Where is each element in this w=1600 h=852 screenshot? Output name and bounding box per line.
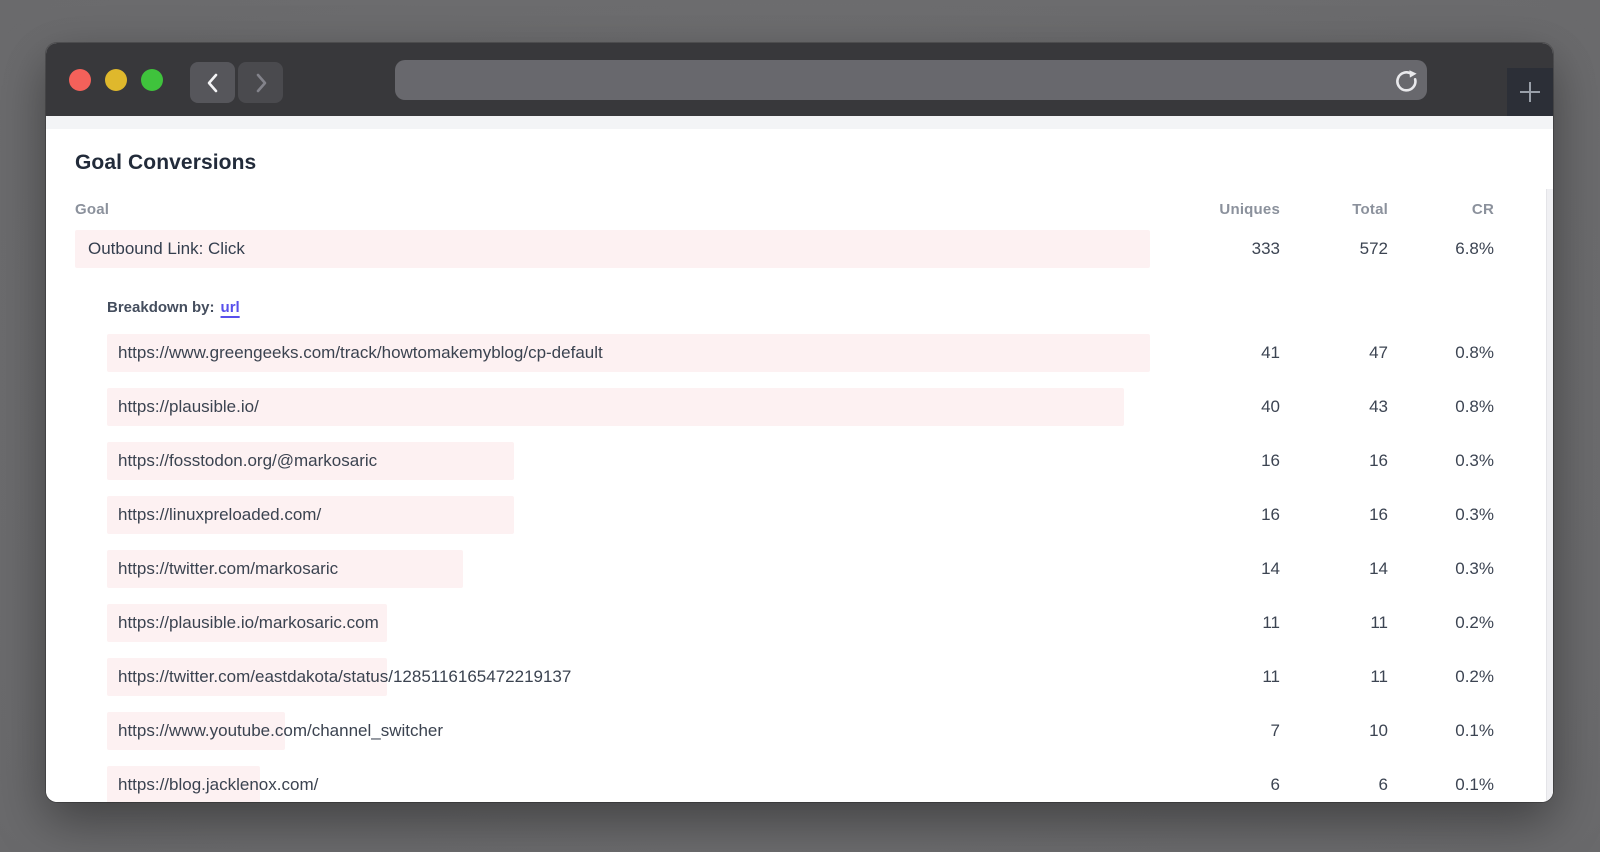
breakdown-row: https://fosstodon.org/@markosaric 16 16 … xyxy=(46,442,1553,480)
total-value: 14 xyxy=(1280,559,1388,579)
goal-column-header: Goal xyxy=(75,201,1170,218)
breakdown-bar[interactable]: https://plausible.io/markosaric.com xyxy=(107,604,387,642)
total-value: 47 xyxy=(1280,343,1388,363)
total-value: 16 xyxy=(1280,451,1388,471)
breakdown-row: https://twitter.com/markosaric 14 14 0.3… xyxy=(46,550,1553,588)
goal-conversions-panel: Goal Conversions Goal Uniques Total CR O… xyxy=(46,116,1553,802)
uniques-column-header: Uniques xyxy=(1170,201,1280,218)
close-window-button[interactable] xyxy=(69,69,91,91)
uniques-value: 41 xyxy=(1170,343,1280,363)
breakdown-bar[interactable]: https://linuxpreloaded.com/ xyxy=(107,496,514,534)
minimize-window-button[interactable] xyxy=(105,69,127,91)
total-value: 16 xyxy=(1280,505,1388,525)
breakdown-row: https://linuxpreloaded.com/ 16 16 0.3% xyxy=(46,496,1553,534)
new-tab-button[interactable] xyxy=(1507,68,1553,116)
goal-cr-value: 6.8% xyxy=(1388,239,1494,259)
zoom-window-button[interactable] xyxy=(141,69,163,91)
browser-window: Goal Conversions Goal Uniques Total CR O… xyxy=(46,43,1553,802)
total-value: 6 xyxy=(1280,775,1388,795)
breakdown-url-label: https://fosstodon.org/@markosaric xyxy=(118,451,377,471)
breakdown-url-label: https://www.youtube.com/channel_switcher xyxy=(118,721,443,741)
breakdown-row: https://twitter.com/eastdakota/status/12… xyxy=(46,658,1553,696)
uniques-value: 6 xyxy=(1170,775,1280,795)
breakdown-by-label: Breakdown by: xyxy=(107,299,215,316)
cr-value: 0.2% xyxy=(1388,613,1494,633)
breakdown-rows: https://www.greengeeks.com/track/howtoma… xyxy=(46,334,1553,802)
refresh-icon xyxy=(1393,67,1420,94)
page-top-band xyxy=(46,116,1553,129)
page-title: Goal Conversions xyxy=(75,150,1553,176)
cr-value: 0.3% xyxy=(1388,451,1494,471)
uniques-value: 11 xyxy=(1170,613,1280,633)
breakdown-url-label: https://twitter.com/eastdakota/status/12… xyxy=(118,667,571,687)
breakdown-url-label: https://twitter.com/markosaric xyxy=(118,559,338,579)
breakdown-bar[interactable]: https://fosstodon.org/@markosaric xyxy=(107,442,514,480)
breakdown-url-label: https://blog.jacklenox.com/ xyxy=(118,775,318,795)
goal-total-value: 572 xyxy=(1280,239,1388,259)
breakdown-bar[interactable]: https://www.youtube.com/channel_switcher xyxy=(107,712,285,750)
plus-icon xyxy=(1517,79,1543,105)
breakdown-bar[interactable]: https://twitter.com/markosaric xyxy=(107,550,463,588)
chevron-right-icon xyxy=(251,71,271,95)
total-column-header: Total xyxy=(1280,201,1388,218)
breakdown-row: https://www.youtube.com/channel_switcher… xyxy=(46,712,1553,750)
total-value: 11 xyxy=(1280,613,1388,633)
chevron-left-icon xyxy=(203,71,223,95)
browser-toolbar xyxy=(46,43,1553,116)
goal-uniques-value: 333 xyxy=(1170,239,1280,259)
refresh-button[interactable] xyxy=(1392,66,1420,94)
window-controls xyxy=(69,43,163,116)
breakdown-bar[interactable]: https://blog.jacklenox.com/ xyxy=(107,766,260,802)
cr-value: 0.8% xyxy=(1388,343,1494,363)
total-value: 10 xyxy=(1280,721,1388,741)
cr-value: 0.2% xyxy=(1388,667,1494,687)
total-value: 43 xyxy=(1280,397,1388,417)
breakdown-url-label: https://linuxpreloaded.com/ xyxy=(118,505,321,525)
breakdown-url-label: https://plausible.io/ xyxy=(118,397,259,417)
breakdown-bar[interactable]: https://www.greengeeks.com/track/howtoma… xyxy=(107,334,1150,372)
breakdown-by-row: Breakdown by: url xyxy=(107,299,1553,317)
address-bar[interactable] xyxy=(395,60,1427,100)
goal-label: Outbound Link: Click xyxy=(88,239,245,259)
scrollbar-track[interactable] xyxy=(1546,189,1553,802)
cr-value: 0.3% xyxy=(1388,505,1494,525)
goal-bar[interactable]: Outbound Link: Click xyxy=(75,230,1150,268)
goal-row: Outbound Link: Click 333 572 6.8% xyxy=(46,230,1553,268)
breakdown-row: https://www.greengeeks.com/track/howtoma… xyxy=(46,334,1553,372)
uniques-value: 14 xyxy=(1170,559,1280,579)
cr-value: 0.1% xyxy=(1388,775,1494,795)
breakdown-row: https://plausible.io/ 40 43 0.8% xyxy=(46,388,1553,426)
uniques-value: 16 xyxy=(1170,451,1280,471)
uniques-value: 11 xyxy=(1170,667,1280,687)
uniques-value: 40 xyxy=(1170,397,1280,417)
cr-value: 0.8% xyxy=(1388,397,1494,417)
breakdown-bar[interactable]: https://twitter.com/eastdakota/status/12… xyxy=(107,658,387,696)
breakdown-url-label: https://plausible.io/markosaric.com xyxy=(118,613,379,633)
breakdown-bar[interactable]: https://plausible.io/ xyxy=(107,388,1124,426)
cr-value: 0.3% xyxy=(1388,559,1494,579)
cr-column-header: CR xyxy=(1388,201,1494,218)
screenshot-background: Goal Conversions Goal Uniques Total CR O… xyxy=(0,0,1600,852)
breakdown-url-label: https://www.greengeeks.com/track/howtoma… xyxy=(118,343,603,363)
total-value: 11 xyxy=(1280,667,1388,687)
back-button[interactable] xyxy=(190,62,235,103)
cr-value: 0.1% xyxy=(1388,721,1494,741)
uniques-value: 16 xyxy=(1170,505,1280,525)
uniques-value: 7 xyxy=(1170,721,1280,741)
forward-button[interactable] xyxy=(238,62,283,103)
breakdown-row: https://blog.jacklenox.com/ 6 6 0.1% xyxy=(46,766,1553,802)
breakdown-row: https://plausible.io/markosaric.com 11 1… xyxy=(46,604,1553,642)
breakdown-key-link[interactable]: url xyxy=(221,299,240,316)
table-header-row: Goal Uniques Total CR xyxy=(46,200,1553,218)
